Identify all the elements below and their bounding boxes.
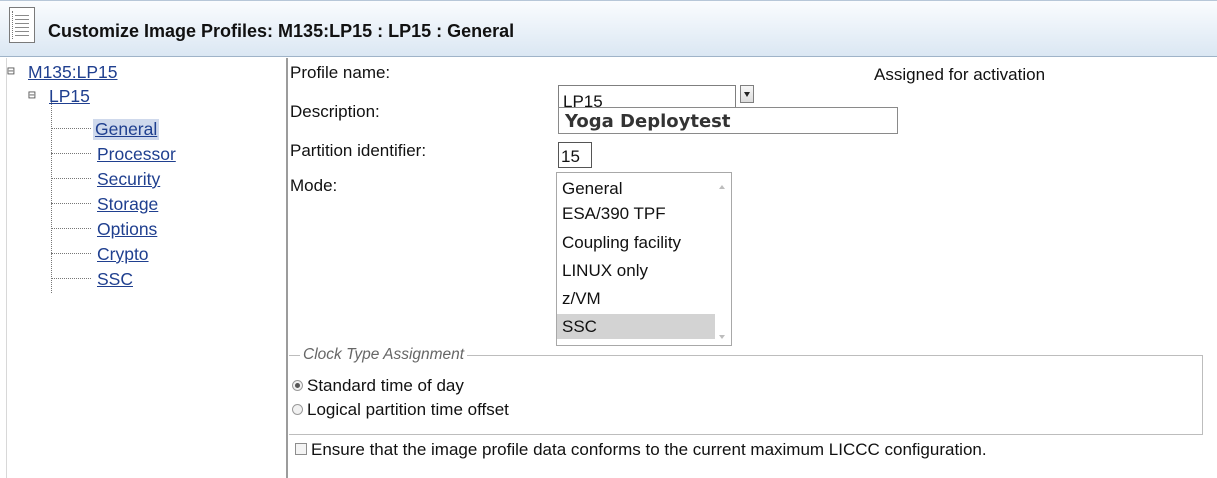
tree-node-m135-lp15[interactable]: M135:LP15: [28, 62, 118, 83]
tree-connector: [51, 178, 91, 179]
chevron-down-icon[interactable]: [740, 85, 754, 103]
profile-name-label: Profile name:: [290, 63, 391, 82]
tree-connector: [51, 153, 91, 154]
tree-item-storage[interactable]: Storage: [97, 194, 158, 215]
conform-liccc-checkbox[interactable]: [295, 443, 307, 455]
partition-id-value: 15: [561, 147, 580, 166]
tree-item-security[interactable]: Security: [97, 169, 160, 190]
partition-id-label: Partition identifier:: [290, 141, 427, 160]
conform-liccc-checkbox-row[interactable]: Ensure that the image profile data confo…: [295, 440, 987, 460]
description-label: Description:: [290, 102, 380, 121]
radio-partition-offset-label: Logical partition time offset: [307, 400, 509, 419]
mode-option-ssc[interactable]: SSC: [557, 314, 715, 339]
tree-item-general[interactable]: General: [93, 119, 160, 140]
tree-connector: [51, 253, 91, 254]
mode-option-zvm[interactable]: z/VM: [557, 286, 715, 311]
collapse-icon[interactable]: ⊟: [7, 64, 15, 79]
mode-listbox[interactable]: General ESA/390 TPF Coupling facility LI…: [556, 172, 732, 346]
tree-connector: [51, 128, 91, 129]
tree-item-processor[interactable]: Processor: [97, 144, 176, 165]
tree-connector: [51, 203, 91, 204]
radio-selected-icon[interactable]: [292, 380, 303, 391]
radio-standard-time-label: Standard time of day: [307, 376, 464, 395]
radio-standard-time[interactable]: Standard time of day: [292, 376, 464, 396]
conform-liccc-label: Ensure that the image profile data confo…: [311, 440, 987, 459]
description-input[interactable]: Yoga Deploytest: [558, 107, 898, 134]
partition-id-input[interactable]: 15: [558, 142, 592, 168]
mode-option-general[interactable]: General: [557, 176, 715, 201]
navigation-tree: ⊟ M135:LP15 ⊟ LP15 General Processor Sec…: [6, 58, 288, 478]
mode-label: Mode:: [290, 176, 338, 195]
radio-unselected-icon[interactable]: [292, 404, 303, 415]
activation-status: Assigned for activation: [874, 65, 1046, 84]
tree-item-ssc[interactable]: SSC: [97, 269, 133, 290]
mode-option-coupling-facility[interactable]: Coupling facility: [557, 230, 715, 255]
tree-node-lp15[interactable]: LP15: [49, 86, 90, 107]
radio-partition-offset[interactable]: Logical partition time offset: [292, 400, 509, 420]
tree-item-crypto[interactable]: Crypto: [97, 244, 149, 265]
tree-connector: [51, 278, 91, 279]
title-bar: Customize Image Profiles: M135:LP15 : LP…: [0, 0, 1217, 57]
tree-connector: [51, 101, 52, 293]
mode-option-esa390-tpf[interactable]: ESA/390 TPF: [557, 201, 715, 226]
window-title: Customize Image Profiles: M135:LP15 : LP…: [48, 21, 515, 41]
scroll-up-icon[interactable]: [719, 185, 725, 189]
tree-item-options[interactable]: Options: [97, 219, 157, 240]
tree-connector: [51, 228, 91, 229]
collapse-icon[interactable]: ⊟: [28, 88, 36, 103]
mode-option-linux-only[interactable]: LINUX only: [557, 258, 715, 283]
scroll-down-icon[interactable]: [719, 335, 725, 339]
notebook-icon: [9, 7, 35, 43]
clock-type-legend: Clock Type Assignment: [300, 346, 468, 364]
description-value: Yoga Deploytest: [565, 111, 731, 132]
